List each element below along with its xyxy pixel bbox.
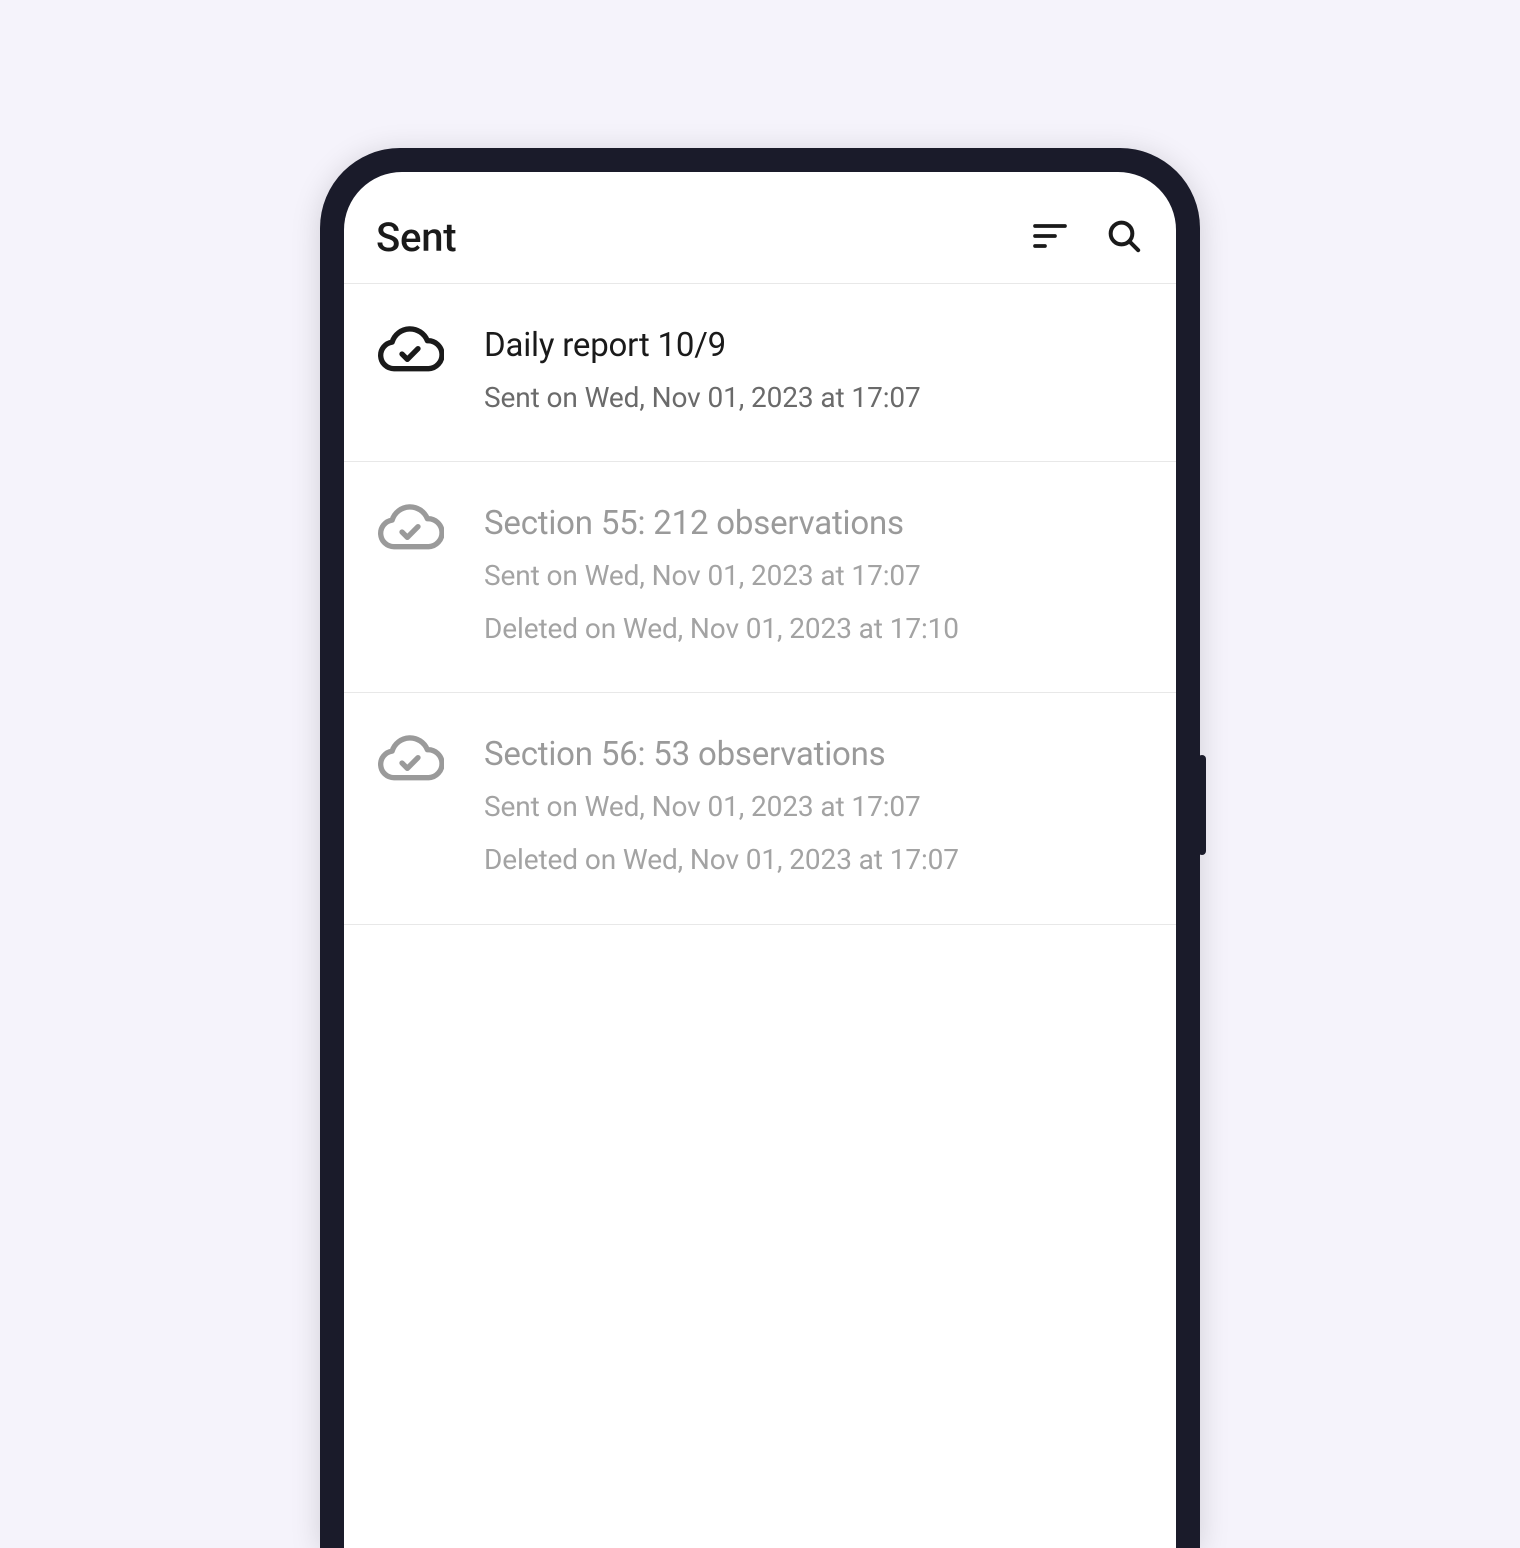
- phone-screen: Sent: [344, 172, 1176, 1548]
- search-icon: [1104, 216, 1144, 259]
- phone-frame: Sent: [320, 148, 1200, 1548]
- header-actions: [1030, 218, 1144, 258]
- item-icon-wrap: [376, 735, 444, 787]
- page-title: Sent: [376, 214, 456, 261]
- sort-button[interactable]: [1030, 218, 1070, 258]
- item-title: Section 56: 53 observations: [484, 735, 1144, 775]
- sent-list: Daily report 10/9 Sent on Wed, Nov 01, 2…: [344, 284, 1176, 1548]
- item-texts: Section 56: 53 observations Sent on Wed,…: [484, 735, 1144, 881]
- app-header: Sent: [344, 172, 1176, 284]
- cloud-done-icon: [376, 326, 444, 378]
- search-button[interactable]: [1104, 218, 1144, 258]
- item-deleted-line: Deleted on Wed, Nov 01, 2023 at 17:07: [484, 838, 1144, 881]
- phone-power-button: [1198, 755, 1206, 855]
- item-sent-line: Sent on Wed, Nov 01, 2023 at 17:07: [484, 785, 1144, 828]
- item-icon-wrap: [376, 326, 444, 378]
- cloud-done-icon: [376, 735, 444, 787]
- item-texts: Section 55: 212 observations Sent on Wed…: [484, 504, 1144, 650]
- item-title: Section 55: 212 observations: [484, 504, 1144, 544]
- list-item[interactable]: Section 56: 53 observations Sent on Wed,…: [344, 693, 1176, 924]
- list-item[interactable]: Daily report 10/9 Sent on Wed, Nov 01, 2…: [344, 284, 1176, 462]
- item-title: Daily report 10/9: [484, 326, 1144, 366]
- item-deleted-line: Deleted on Wed, Nov 01, 2023 at 17:10: [484, 607, 1144, 650]
- item-icon-wrap: [376, 504, 444, 556]
- item-texts: Daily report 10/9 Sent on Wed, Nov 01, 2…: [484, 326, 1144, 419]
- sort-icon: [1030, 216, 1070, 259]
- cloud-done-icon: [376, 504, 444, 556]
- item-sent-line: Sent on Wed, Nov 01, 2023 at 17:07: [484, 554, 1144, 597]
- list-item[interactable]: Section 55: 212 observations Sent on Wed…: [344, 462, 1176, 693]
- item-sent-line: Sent on Wed, Nov 01, 2023 at 17:07: [484, 376, 1144, 419]
